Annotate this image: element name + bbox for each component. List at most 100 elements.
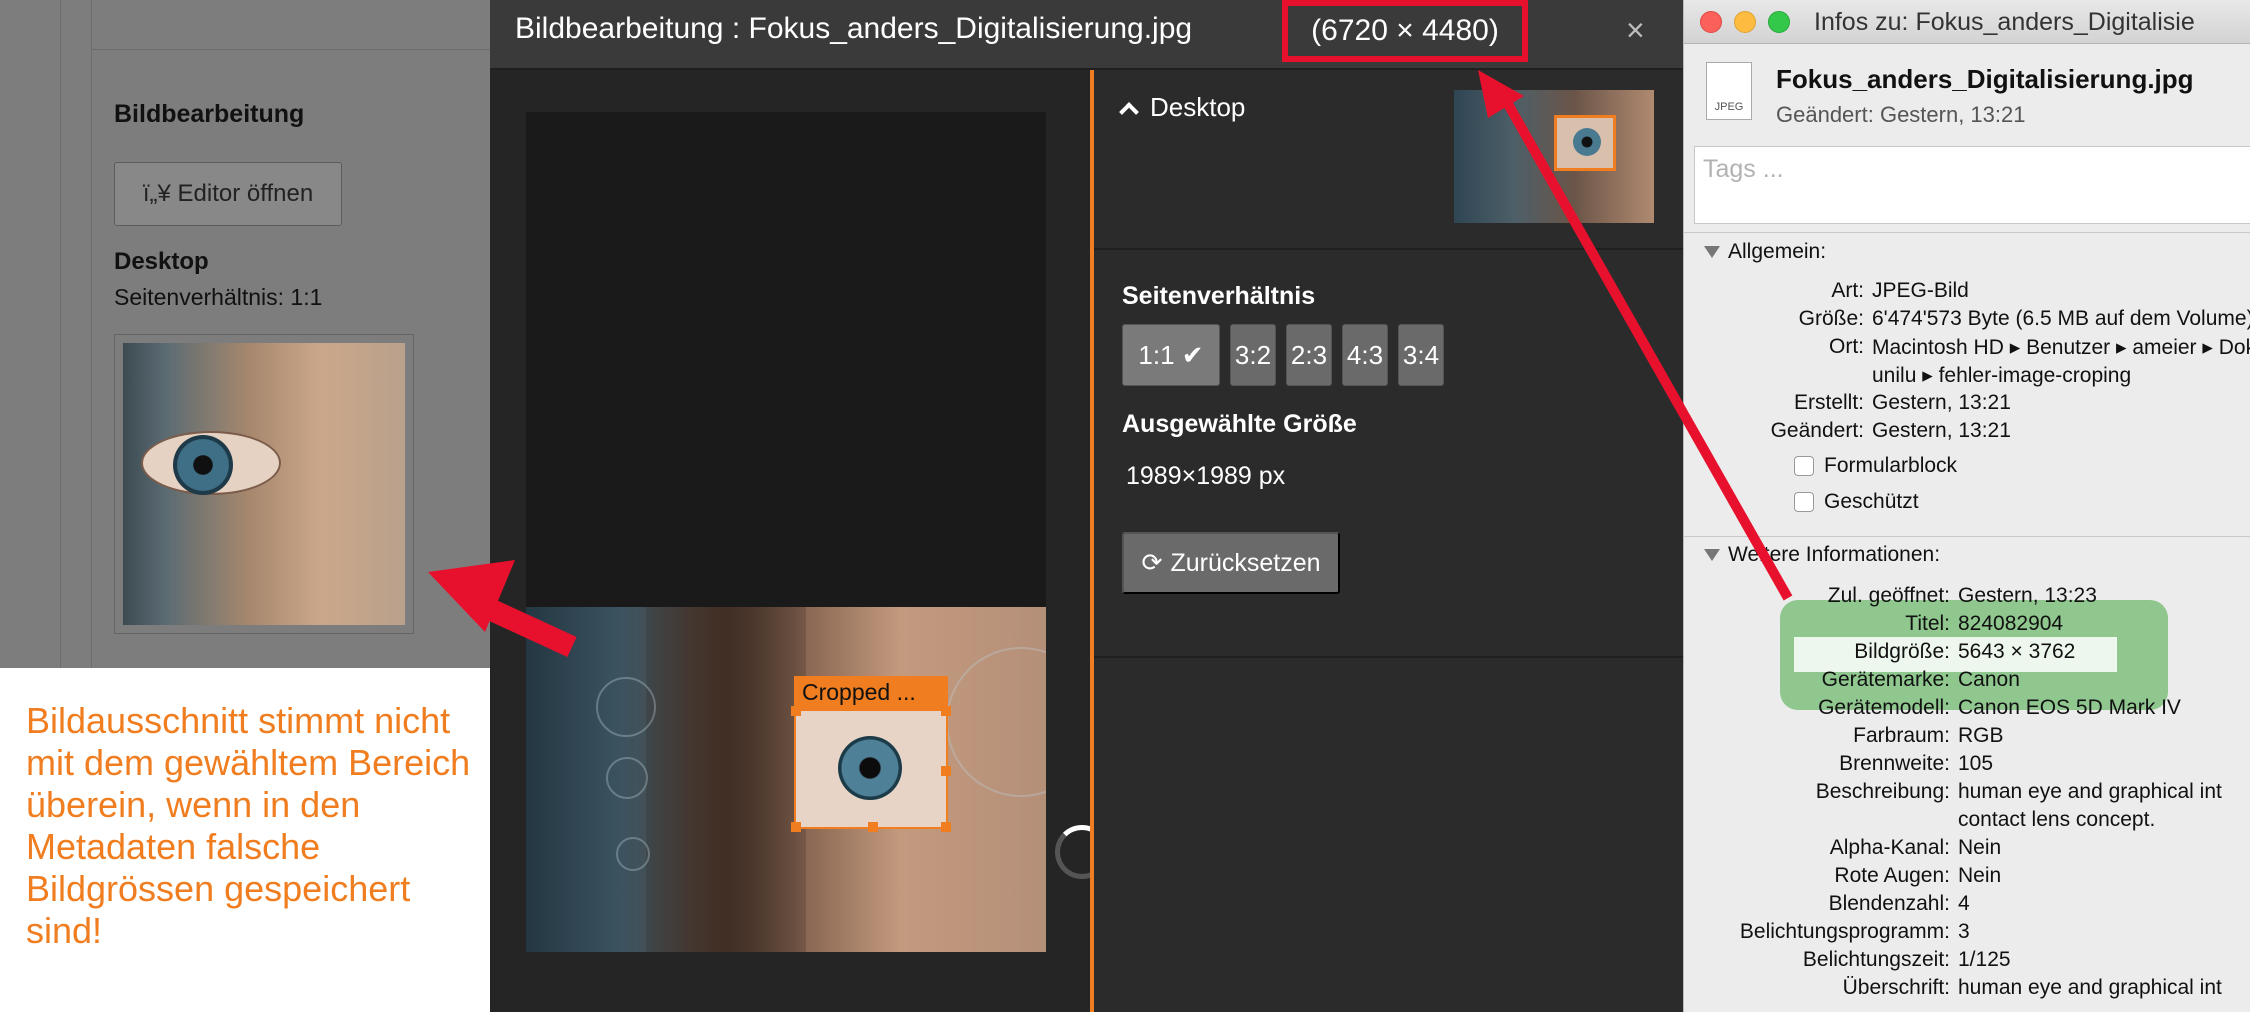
info-value: 1/125 [1958,948,2011,971]
crop-handle[interactable] [941,766,951,776]
crop-label: Cropped ... [794,676,948,709]
reset-button[interactable]: ⟳ Zurücksetzen [1122,532,1340,594]
info-row: Beschreibung: human eye and graphical int [1684,780,2250,808]
info-value: JPEG-Bild [1872,279,1969,302]
preview-focus [1554,115,1616,171]
info-row: Rote Augen: Nein [1684,864,2250,892]
info-row: Gerätemodell: Canon EOS 5D Mark IV [1684,696,2250,724]
ratio-button-4-3[interactable]: 4:3 [1342,324,1388,386]
info-row: Gerätemarke: Canon [1684,668,2250,696]
cms-divider [92,0,490,50]
checkbox-box[interactable] [1794,456,1814,476]
info-value: 5643 × 3762 [1958,640,2076,663]
info-row: Titel: 824082904 [1684,612,2250,640]
info-key: Rote Augen: [1834,864,1950,887]
checkbox-formularblock[interactable]: Formularblock [1794,454,1957,478]
info-row: Art: JPEG-Bild [1684,279,2250,307]
info-value: Nein [1958,836,2002,859]
more-info-header: Weitere Informationen: [1728,543,1941,566]
info-value: 6'474'573 Byte (6.5 MB auf dem Volume) [1872,307,2250,330]
info-key: Überschrift: [1842,976,1950,999]
info-value: contact lens concept. [1958,808,2156,831]
cms-desktop-label: Desktop [114,248,209,275]
close-window-button[interactable] [1700,11,1722,33]
editor-title: Bildbearbeitung : Fokus_anders_Digitalis… [515,12,1193,45]
info-row: Größe: 6'474'573 Byte (6.5 MB auf dem Vol… [1684,307,2250,335]
jpeg-file-icon: JPEG [1706,62,1752,120]
desktop-section-label: Desktop [1150,92,1246,122]
crop-selection[interactable] [791,706,951,832]
info-key: Brennweite: [1839,752,1950,775]
info-key: Art: [1831,279,1864,302]
file-name: Fokus_anders_Digitalisierung.jpg [1776,64,2194,94]
crop-handle[interactable] [941,822,951,832]
thumbnail-eye [141,431,281,495]
crop-handle[interactable] [791,822,801,832]
info-key: Titel: [1905,612,1950,635]
selected-size-label: Ausgewählte Größe [1122,410,1357,438]
checkbox-label: Geschützt [1824,490,1919,513]
info-value: RGB [1958,724,2004,747]
info-value: Gestern, 13:21 [1872,391,2011,414]
info-value: Nein [1958,864,2002,887]
cropped-thumbnail [114,334,414,634]
info-key: Blendenzahl: [1828,892,1950,915]
tags-field[interactable]: Tags ... [1694,146,2250,224]
ratio-button-3-4[interactable]: 3:4 [1398,324,1444,386]
aspect-ratio-buttons: 1:1 ✔ 3:2 2:3 4:3 3:4 [1122,324,1444,386]
editor-header: Bildbearbeitung : Fokus_anders_Digitalis… [490,0,1683,70]
divider [1684,536,2250,537]
annotation-text: Bildausschnitt stimmt nicht mit dem gewä… [26,700,471,951]
info-key: Belichtungszeit: [1802,948,1950,971]
checkbox-label: Formularblock [1824,454,1958,477]
zoom-window-button[interactable] [1768,11,1790,33]
info-value: 3 [1958,920,1970,943]
info-key: Erstellt: [1793,391,1864,414]
image-editor-modal: Bildbearbeitung : Fokus_anders_Digitalis… [490,0,1683,1012]
info-row: Geändert: Gestern, 13:21 [1684,419,2250,447]
info-value: Macintosh HD ▸ Benutzer ▸ ameier ▸ Dok [1872,336,2250,359]
info-value: human eye and graphical int [1958,976,2222,999]
info-key: Bildgröße: [1854,640,1950,663]
info-value: Gestern, 13:21 [1872,419,2011,442]
info-key: Alpha-Kanal: [1829,836,1950,859]
file-info-window: Infos zu: Fokus_anders_Digitalisie JPEG … [1683,0,2250,1012]
crop-handle[interactable] [868,822,878,832]
ratio-button-2-3[interactable]: 2:3 [1286,324,1332,386]
info-row: Bildgröße: 5643 × 3762 [1684,640,2250,668]
info-titlebar: Infos zu: Fokus_anders_Digitalisie [1684,0,2250,44]
tags-placeholder: Tags ... [1703,155,1784,183]
general-header: Allgemein: [1728,240,1827,263]
crop-handle[interactable] [791,706,801,716]
canvas-empty-area [526,112,1046,607]
checkbox-box[interactable] [1794,492,1814,512]
selected-size-value: 1989×1989 px [1126,462,1286,490]
cms-section-title: Bildbearbeitung [114,100,305,128]
minimize-window-button[interactable] [1734,11,1756,33]
info-value: 824082904 [1958,612,2064,635]
crop-eye [838,736,902,800]
open-editor-button[interactable]: ï„¥ Editor öffnen [114,162,342,226]
more-info-section-toggle[interactable]: Weitere Informationen: [1704,543,1940,567]
ratio-button-3-2[interactable]: 3:2 [1230,324,1276,386]
info-row: Blendenzahl: 4 [1684,892,2250,920]
general-section-toggle[interactable]: Allgemein: [1704,240,1826,264]
checkbox-geschuetzt[interactable]: Geschützt [1794,490,1919,514]
desktop-section-toggle[interactable]: Desktop [1119,92,1246,123]
image-dimensions: (6720 × 4480) [1282,0,1528,62]
info-row: Ort: Macintosh HD ▸ Benutzer ▸ ameier ▸ D… [1684,335,2250,363]
close-icon[interactable]: × [1626,12,1645,49]
info-row: Belichtungsprogramm: 3 [1684,920,2250,948]
info-value: unilu ▸ fehler-image-croping [1872,364,2132,387]
crop-handle[interactable] [941,706,951,716]
disclosure-triangle-icon [1704,549,1720,561]
crop-canvas: Cropped ... [490,70,1090,1012]
ratio-button-1-1[interactable]: 1:1 ✔ [1122,324,1220,386]
cms-ratio-text: Seitenverhältnis: 1:1 [114,284,323,310]
editor-button-label: ï„¥ Editor öffnen [142,180,314,207]
info-value: Canon [1958,668,2020,691]
info-key: Belichtungsprogramm: [1739,920,1950,943]
info-row: Überschrift: human eye and graphical int [1684,976,2250,1004]
divider [1094,248,1683,250]
info-key: Farbraum: [1853,724,1950,747]
